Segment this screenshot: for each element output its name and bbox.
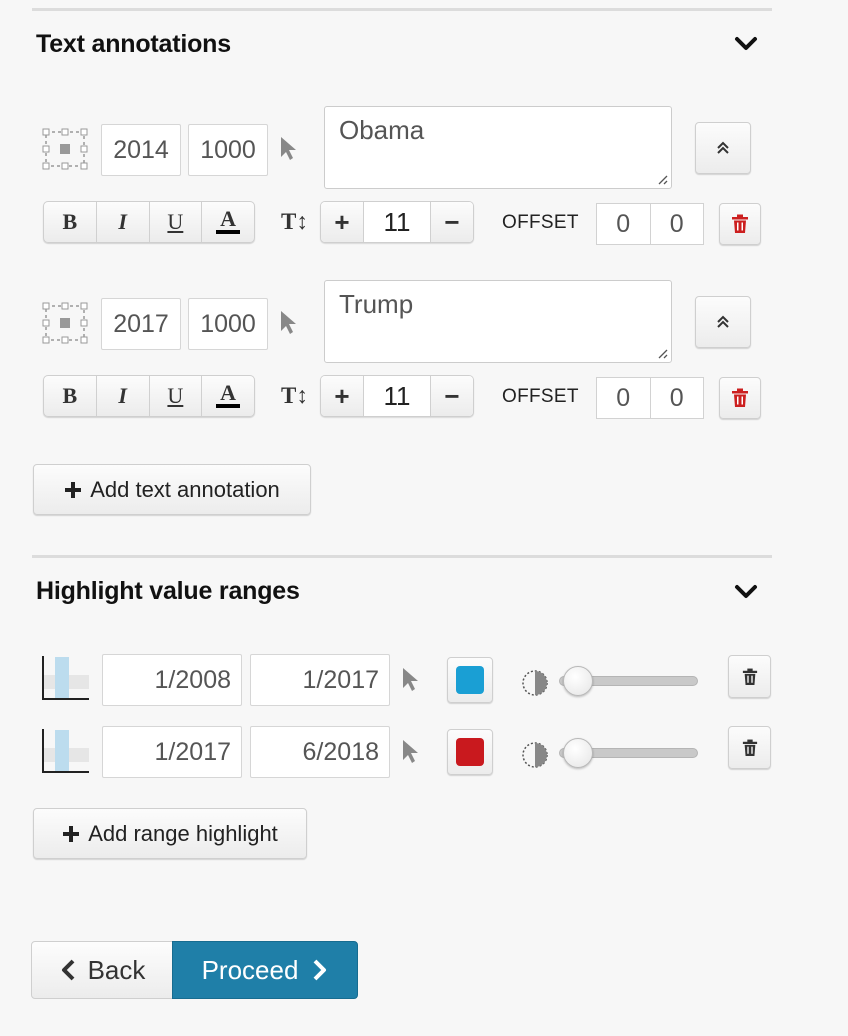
highlight-ranges-title: Highlight value ranges — [36, 577, 300, 605]
offset-inputs: 0 0 — [596, 377, 704, 419]
back-button[interactable]: Back — [31, 941, 174, 999]
text-color-bar — [216, 404, 241, 408]
font-size-decrease-button[interactable]: − — [431, 202, 473, 242]
opacity-icon — [522, 670, 548, 696]
italic-button[interactable]: I — [97, 202, 150, 242]
annotation-y-input[interactable]: 1000 — [188, 298, 268, 350]
offset-inputs: 0 0 — [596, 203, 704, 245]
add-text-annotation-button[interactable]: Add text annotation — [33, 464, 311, 515]
chevron-right-icon — [314, 959, 327, 981]
color-swatch — [456, 666, 484, 694]
opacity-slider-knob[interactable] — [563, 666, 593, 696]
range-to-input[interactable]: 6/2018 — [250, 726, 390, 778]
range-chart-icon — [42, 729, 89, 773]
add-range-highlight-label: Add range highlight — [88, 820, 278, 846]
range-from-input[interactable]: 1/2017 — [102, 726, 242, 778]
offset-y-input[interactable]: 0 — [651, 204, 704, 244]
offset-x-input[interactable]: 0 — [597, 204, 651, 244]
annotation-text-input[interactable]: Trump — [324, 280, 672, 363]
delete-range-button[interactable] — [728, 726, 771, 769]
color-picker-button[interactable] — [447, 729, 493, 775]
font-size-icon: T↕ — [281, 209, 308, 234]
text-color-bar — [216, 230, 241, 234]
plus-icon — [63, 825, 80, 842]
text-format-group: B I U A — [43, 201, 255, 243]
resize-grip-icon[interactable] — [654, 171, 668, 185]
font-size-stepper: + 11 − — [320, 201, 474, 243]
add-text-annotation-label: Add text annotation — [90, 476, 280, 502]
offset-y-input[interactable]: 0 — [651, 378, 704, 418]
trash-icon — [742, 668, 757, 685]
font-size-decrease-button[interactable]: − — [431, 376, 473, 416]
bold-button[interactable]: B — [44, 376, 97, 416]
position-anchor-icon[interactable] — [42, 302, 88, 344]
annotation-x-input[interactable]: 2017 — [101, 298, 181, 350]
trash-icon — [732, 214, 748, 233]
underline-button[interactable]: U — [150, 202, 203, 242]
section-divider — [32, 555, 772, 558]
opacity-icon — [522, 742, 548, 768]
annotation-text-input[interactable]: Obama — [324, 106, 672, 189]
section-divider — [32, 8, 772, 11]
text-color-button[interactable]: A — [202, 376, 254, 416]
delete-annotation-button[interactable] — [719, 203, 761, 245]
color-swatch — [456, 738, 484, 766]
offset-label: OFFSET — [502, 212, 579, 233]
font-size-stepper: + 11 − — [320, 375, 474, 417]
chevron-down-icon[interactable] — [731, 577, 761, 607]
font-size-value[interactable]: 11 — [363, 376, 431, 416]
annotation-text-value: Trump — [339, 289, 414, 319]
range-chart-icon — [42, 656, 89, 700]
chevron-left-icon — [61, 959, 75, 981]
font-size-value[interactable]: 11 — [363, 202, 431, 242]
font-size-icon: T↕ — [281, 383, 308, 408]
font-size-increase-button[interactable]: + — [321, 376, 363, 416]
text-color-letter: A — [220, 380, 237, 405]
annotation-text-value: Obama — [339, 115, 425, 145]
offset-label: OFFSET — [502, 386, 579, 407]
cursor-icon[interactable] — [278, 309, 300, 335]
plus-icon — [65, 481, 82, 498]
offset-x-input[interactable]: 0 — [597, 378, 651, 418]
italic-button[interactable]: I — [97, 376, 150, 416]
font-size-increase-button[interactable]: + — [321, 202, 363, 242]
cursor-icon[interactable] — [400, 666, 422, 692]
chevron-down-icon[interactable] — [731, 29, 761, 59]
opacity-slider-knob[interactable] — [563, 738, 593, 768]
annotation-x-input[interactable]: 2014 — [101, 124, 181, 176]
position-anchor-icon[interactable] — [42, 128, 88, 170]
delete-annotation-button[interactable] — [719, 377, 761, 419]
collapse-up-button[interactable] — [695, 122, 751, 174]
text-color-button[interactable]: A — [202, 202, 254, 242]
proceed-button[interactable]: Proceed — [172, 941, 358, 999]
text-annotations-title: Text annotations — [36, 30, 231, 58]
color-picker-button[interactable] — [447, 657, 493, 703]
back-label: Back — [87, 954, 146, 985]
range-from-input[interactable]: 1/2008 — [102, 654, 242, 706]
collapse-up-button[interactable] — [695, 296, 751, 348]
delete-range-button[interactable] — [728, 655, 771, 698]
cursor-icon[interactable] — [400, 738, 422, 764]
resize-grip-icon[interactable] — [654, 345, 668, 359]
cursor-icon[interactable] — [278, 135, 300, 161]
trash-icon — [742, 739, 757, 756]
proceed-label: Proceed — [201, 954, 299, 985]
underline-button[interactable]: U — [150, 376, 203, 416]
text-format-group: B I U A — [43, 375, 255, 417]
bold-button[interactable]: B — [44, 202, 97, 242]
double-chevron-up-icon — [717, 141, 729, 154]
trash-icon — [732, 388, 748, 407]
range-to-input[interactable]: 1/2017 — [250, 654, 390, 706]
annotation-y-input[interactable]: 1000 — [188, 124, 268, 176]
add-range-highlight-button[interactable]: Add range highlight — [33, 808, 307, 859]
text-color-letter: A — [220, 206, 237, 231]
double-chevron-up-icon — [717, 315, 729, 328]
